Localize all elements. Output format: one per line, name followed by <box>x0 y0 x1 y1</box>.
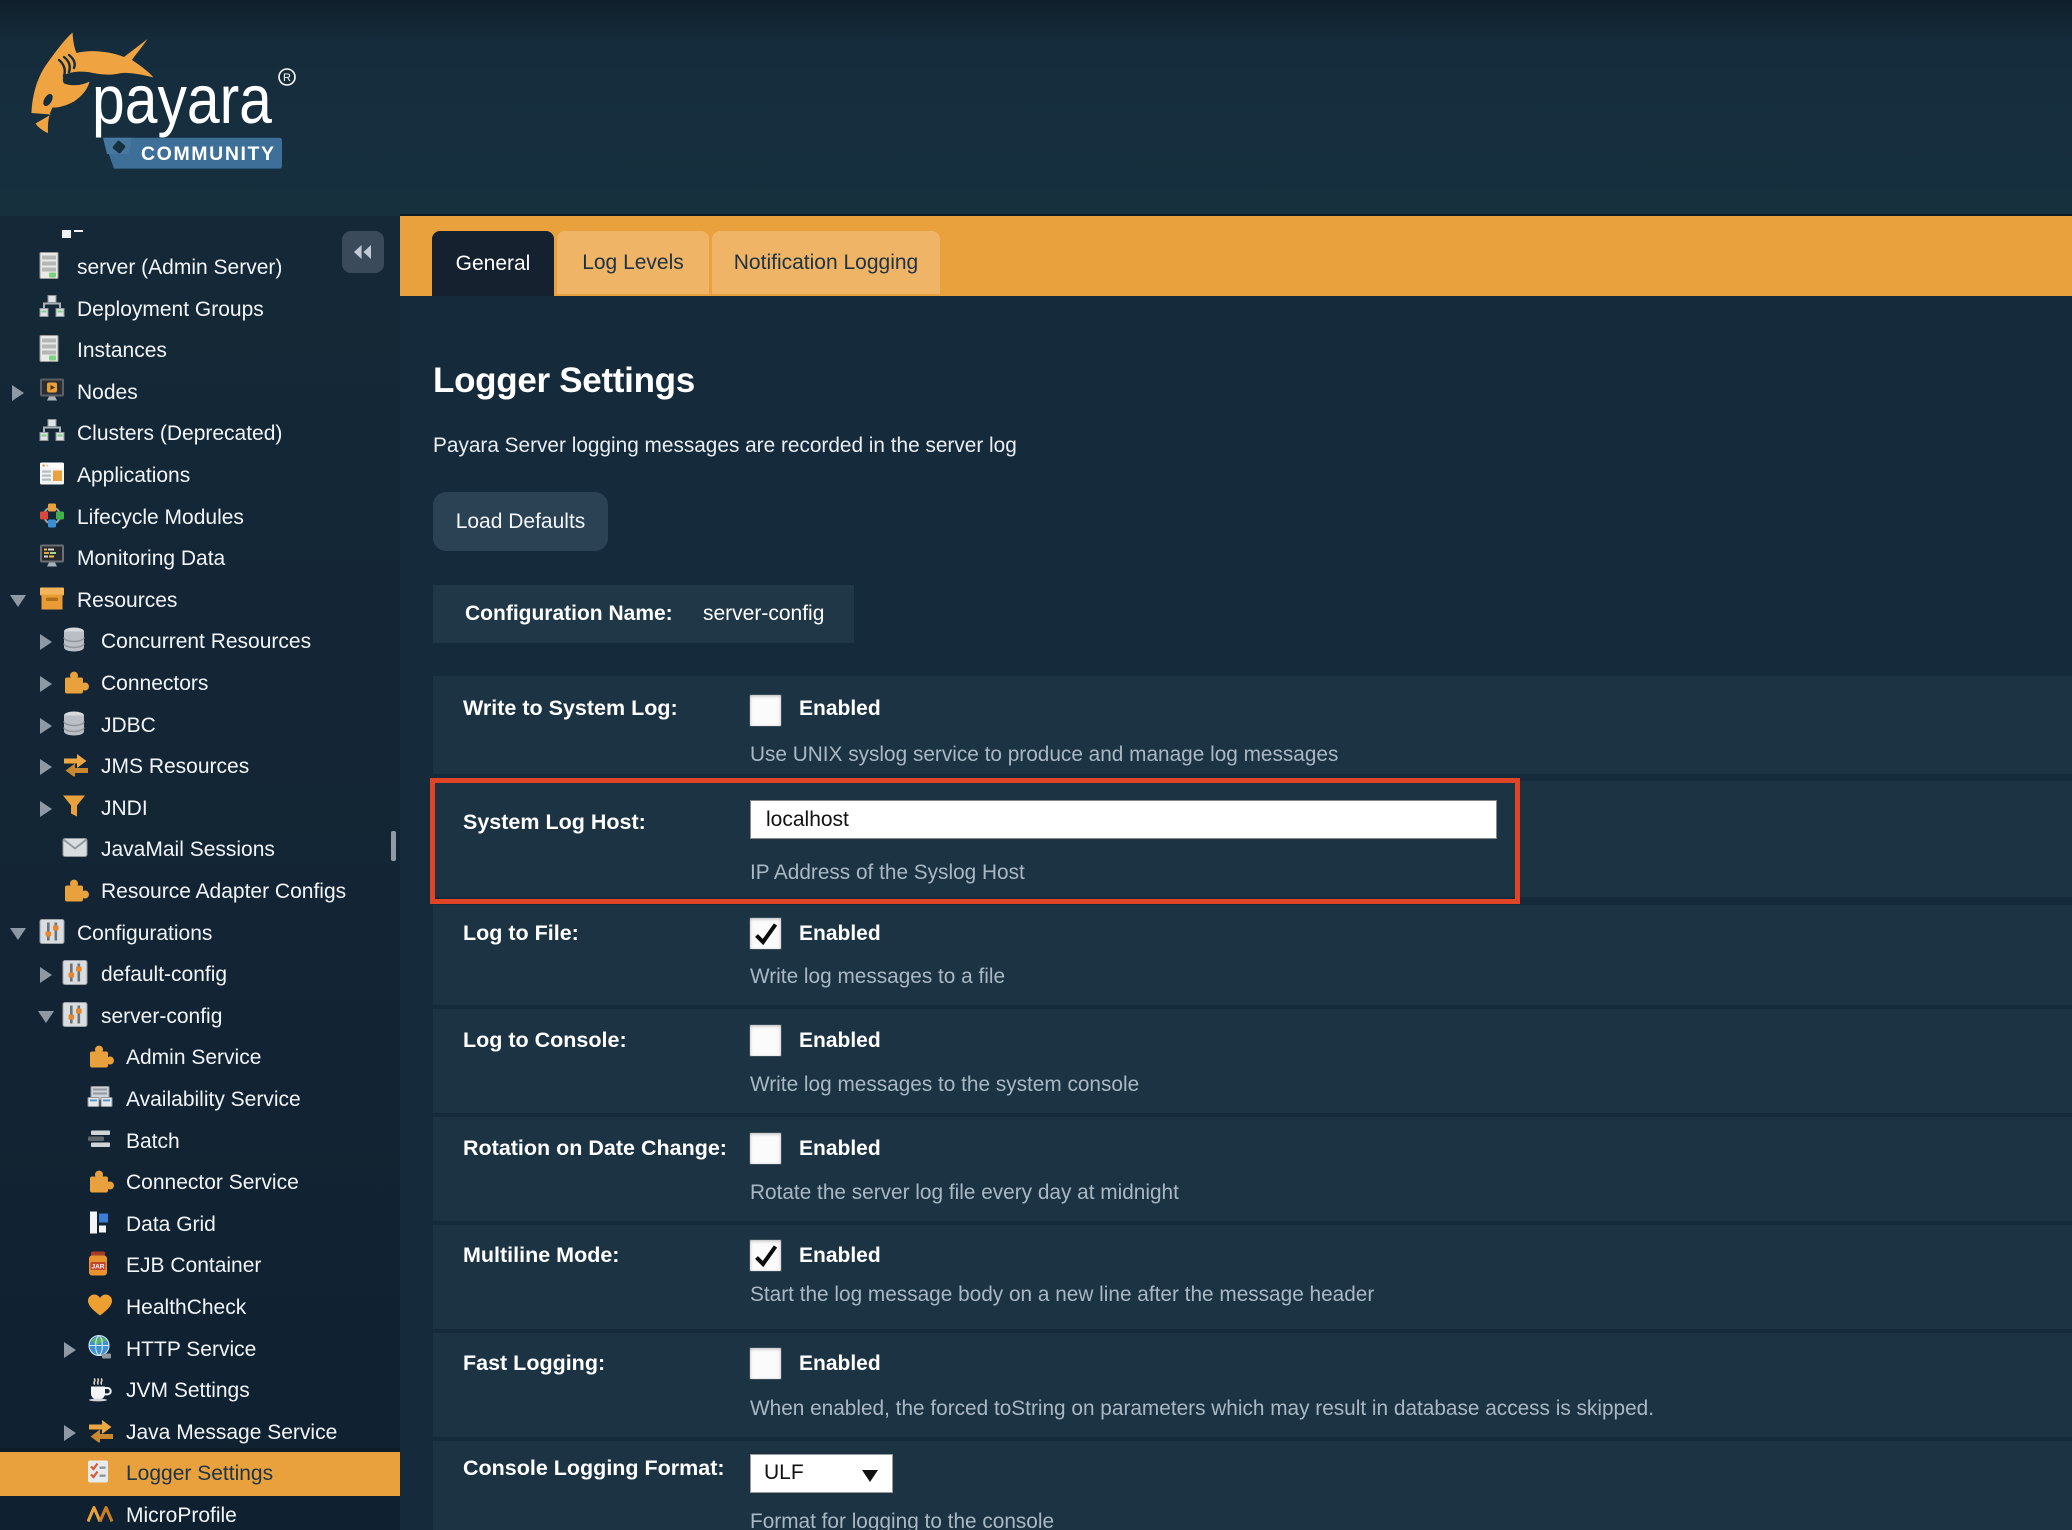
svg-text:R: R <box>283 72 291 84</box>
svg-text:JAR: JAR <box>91 1263 104 1270</box>
svg-text:COMMUNITY: COMMUNITY <box>141 143 276 165</box>
svg-text:payara: payara <box>92 61 272 138</box>
